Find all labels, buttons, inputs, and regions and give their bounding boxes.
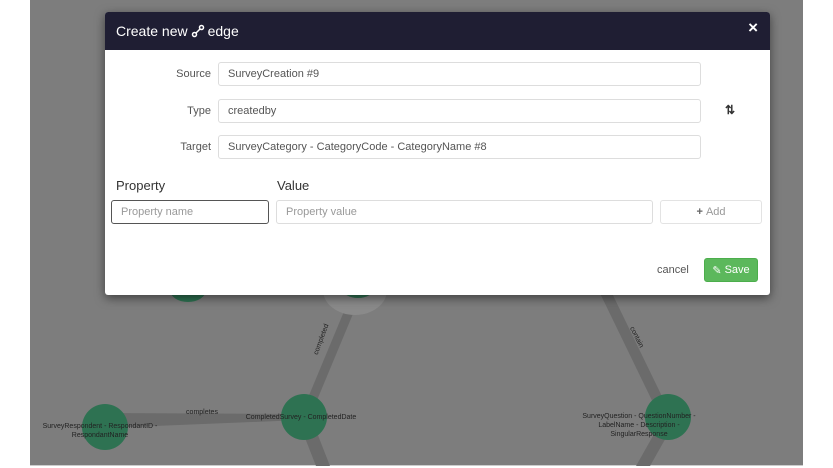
swap-direction-icon[interactable]: ⇅ (725, 103, 735, 117)
save-label: Save (724, 264, 750, 276)
add-property-button[interactable]: + Add (660, 200, 762, 224)
source-value: SurveyCreation #9 (228, 68, 320, 80)
close-button[interactable]: × (748, 18, 758, 38)
source-input[interactable]: SurveyCreation #9 (218, 62, 701, 86)
target-value: SurveyCategory - CategoryCode - Category… (228, 141, 487, 153)
dialog-title-suffix: edge (207, 23, 239, 39)
value-header: Value (277, 178, 310, 193)
save-button[interactable]: ✎ Save (704, 258, 758, 282)
dialog-header: Create new edge (105, 12, 770, 50)
target-input[interactable]: SurveyCategory - CategoryCode - Category… (218, 135, 701, 159)
create-edge-dialog: Create new edge × Source SurveyCreation … (105, 12, 770, 295)
type-label: Type (187, 105, 211, 117)
property-value-input[interactable]: Property value (276, 200, 653, 224)
cancel-button[interactable]: cancel (657, 264, 689, 276)
node-label: CompletedSurvey - CompletedDate (246, 414, 357, 421)
dialog-title-prefix: Create new (116, 23, 188, 39)
pencil-icon: ✎ (712, 264, 722, 277)
link-icon (191, 24, 204, 38)
node-label: RespondantName (72, 432, 129, 439)
property-name-placeholder: Property name (121, 206, 194, 218)
target-label: Target (180, 141, 211, 153)
node-label: LabelName - Description - (598, 422, 680, 429)
type-value: createdby (228, 105, 277, 117)
property-value-placeholder: Property value (286, 206, 357, 218)
type-input[interactable]: createdby (218, 99, 701, 123)
property-name-input[interactable]: Property name (111, 200, 269, 224)
plus-icon: + (696, 206, 703, 218)
add-label: Add (705, 206, 726, 218)
node-label: SingularResponse (610, 431, 667, 438)
node-label: SurveyRespondent - RespondantID - (43, 423, 158, 430)
node-label: SurveyQuestion - QuestionNumber - (582, 413, 696, 420)
source-label: Source (176, 68, 211, 80)
property-header: Property (116, 178, 166, 193)
edge-label: completes (186, 409, 218, 416)
